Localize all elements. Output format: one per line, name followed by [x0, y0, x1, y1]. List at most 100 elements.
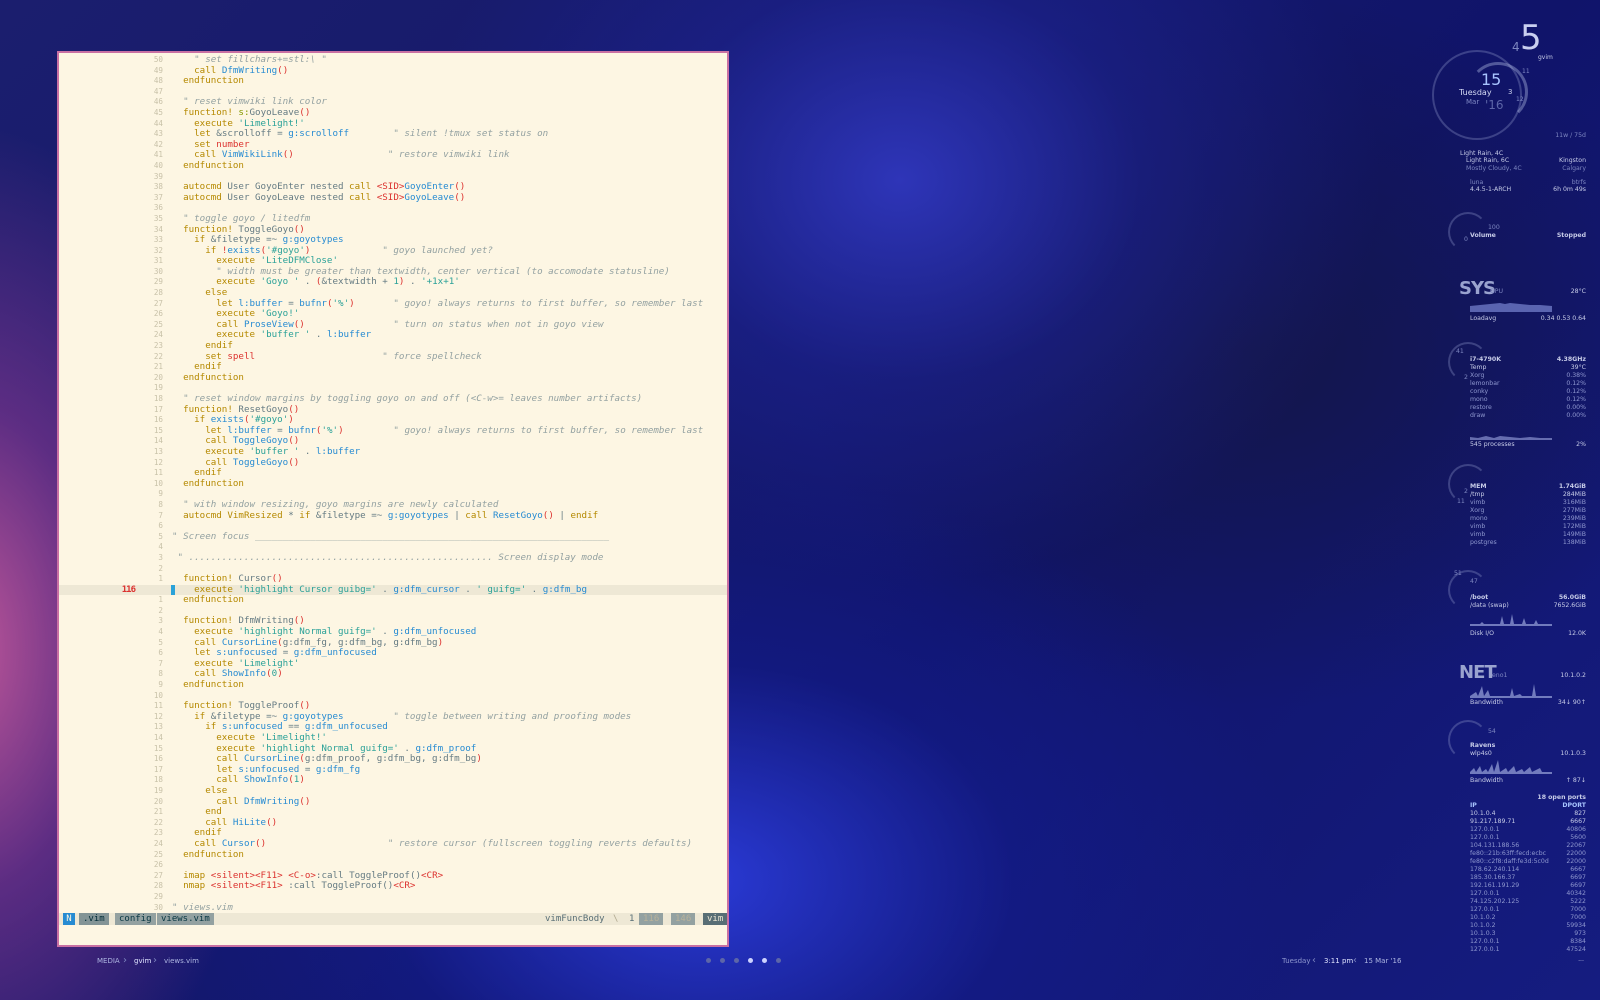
host-row: luna btrfs — [1470, 179, 1586, 186]
vim-window[interactable]: 50 " set fillchars+=stl:\ " 49 call DfmWr… — [57, 51, 729, 947]
code-line[interactable]: 29 execute 'Goyo ' . (&textwidth + 1) . … — [59, 277, 727, 288]
code-line[interactable]: 18 call ShowInfo(1) — [59, 775, 727, 786]
current-line[interactable]: 116 execute 'highlight Cursor guibg=' . … — [59, 584, 727, 596]
port-row-key: 104.131.188.56 — [1470, 842, 1520, 849]
code-line[interactable]: 5 " Screen focus ________________________… — [59, 531, 727, 543]
workspace-dot[interactable] — [748, 958, 753, 963]
code-line[interactable]: 36 — [59, 203, 727, 214]
code-line[interactable]: 21 end — [59, 806, 727, 818]
code-line[interactable]: 1 endfunction — [59, 594, 727, 606]
line-number: 7 — [158, 510, 163, 520]
code-line[interactable]: 17 function! ResetGoyo() — [59, 404, 727, 416]
workspace-dot[interactable] — [706, 958, 711, 963]
code-line[interactable]: 10 — [59, 691, 727, 702]
cpu-row-key: restore — [1470, 404, 1492, 411]
cpu-row-value: 39°C — [1570, 364, 1586, 371]
path-segment-1: .vim — [79, 913, 109, 925]
code-line[interactable]: 5 call CursorLine(g:dfm_fg, g:dfm_bg, g:… — [59, 637, 727, 649]
cpu-row-key: conky — [1470, 388, 1489, 395]
code-line[interactable]: 9 endfunction — [59, 679, 727, 691]
breadcrumb-media[interactable]: MEDIA — [97, 957, 120, 965]
line-number: 11 — [153, 701, 163, 711]
line-text: endfunction — [183, 371, 244, 383]
line-number: 24 — [153, 330, 163, 340]
code-line[interactable]: 22 call HiLite() — [59, 817, 727, 829]
code-line[interactable]: 6 let s:unfocused = g:dfm_unfocused — [59, 647, 727, 659]
code-line[interactable]: 18 " reset window margins by toggling go… — [59, 393, 727, 405]
code-line[interactable]: 34 function! ToggleGoyo() — [59, 224, 727, 236]
code-line[interactable]: 22 set spell " force spellcheck — [59, 351, 727, 363]
code-line[interactable]: 46 " reset vimwiki link color — [59, 97, 727, 108]
code-line[interactable]: 21 endif — [59, 361, 727, 373]
code-line[interactable]: 17 let s:unfocused = g:dfm_fg — [59, 764, 727, 776]
disk-io-row: Disk I/O 12.0K — [1470, 630, 1586, 637]
code-line[interactable]: 12 if &filetype =~ g:goyotypes " toggle … — [59, 711, 727, 723]
code-line[interactable]: 2 — [59, 606, 727, 617]
code-line[interactable]: 24 call Cursor() " restore cursor (fulls… — [59, 838, 727, 850]
code-line[interactable]: 10 endfunction — [59, 478, 727, 490]
code-line[interactable]: 32 if !exists('#goyo') " goyo launched y… — [59, 245, 727, 257]
code-line[interactable]: 35 " toggle goyo / litedfm — [59, 213, 727, 225]
code-line[interactable]: 24 execute 'buffer ' . l:buffer — [59, 330, 727, 341]
port-row-value: 6697 — [1570, 874, 1586, 881]
code-line[interactable]: 8 call ShowInfo(0) — [59, 669, 727, 680]
code-line[interactable]: 19 else — [59, 785, 727, 797]
port-row-key: 178.62.240.114 — [1470, 866, 1520, 873]
code-line[interactable]: 48 endfunction — [59, 75, 727, 87]
code-line[interactable]: 16 call CursorLine(g:dfm_proof, g:dfm_bg… — [59, 753, 727, 765]
cpu-row: Xorg 0.38% — [1470, 372, 1586, 379]
workspace-dot[interactable] — [762, 958, 767, 963]
code-line[interactable]: 37 autocmd User GoyoLeave nested call <S… — [59, 192, 727, 204]
code-line[interactable]: 20 endfunction — [59, 371, 727, 384]
code-line[interactable]: 13 if s:unfocused == g:dfm_unfocused — [59, 722, 727, 733]
line-number: 41 — [153, 150, 163, 160]
line-number: 39 — [153, 171, 163, 181]
code-line[interactable]: 20 call DfmWriting() — [59, 796, 727, 808]
mem-row-value: 239MiB — [1562, 515, 1586, 522]
wifi-ssid: Ravens — [1470, 742, 1496, 749]
line-number: 33 — [153, 235, 163, 245]
code-line[interactable]: 25 endfunction — [59, 849, 727, 861]
code-line[interactable]: 12 call ToggleGoyo() — [59, 457, 727, 469]
breadcrumb-file[interactable]: views.vim — [164, 957, 199, 965]
workspace-dot[interactable] — [720, 958, 725, 963]
code-line[interactable]: 30 " views.vim — [59, 902, 727, 914]
code-line[interactable]: 29 — [59, 892, 727, 903]
port-row: 127.0.0.1 47524 — [1470, 946, 1586, 953]
cpu-row: lemonbar 0.12% — [1470, 380, 1586, 387]
port-row-value: 5222 — [1570, 898, 1586, 905]
code-line[interactable]: 2 — [59, 564, 727, 575]
code-line[interactable]: 14 call ToggleGoyo() — [59, 436, 727, 447]
breadcrumb-app[interactable]: gvim — [134, 957, 151, 965]
code-line[interactable]: 11 endif — [59, 467, 727, 479]
code-line[interactable]: 41 call VimWikiLink() " restore vimwiki … — [59, 150, 727, 161]
workspace-dot[interactable] — [734, 958, 739, 963]
line-number: 2 — [158, 563, 163, 573]
code-line[interactable]: 28 nmap <silent><F11> :call ToggleProof(… — [59, 881, 727, 892]
code-line[interactable]: 3 " ....................................… — [59, 552, 727, 564]
code-line[interactable]: 47 — [59, 87, 727, 98]
volume-label: Volume — [1470, 232, 1496, 239]
code-line[interactable]: 15 let l:buffer = bufnr('%') " goyo! alw… — [59, 425, 727, 437]
cpu-row-value: 4.38GHz — [1556, 356, 1586, 363]
workspace-dot[interactable] — [776, 958, 781, 963]
code-line[interactable]: 45 function! s:GoyoLeave() — [59, 107, 727, 119]
process-graph — [1470, 436, 1552, 440]
code-line[interactable]: 27 let l:buffer = bufnr('%') " goyo! alw… — [59, 298, 727, 310]
port-row: 104.131.188.56 22067 — [1470, 842, 1586, 849]
cpu-row-key: lemonbar — [1470, 380, 1500, 387]
code-line[interactable]: 13 execute 'buffer ' . l:buffer — [59, 446, 727, 458]
code-line[interactable]: 7 execute 'Limelight' — [59, 658, 727, 670]
line-number: 5 — [158, 637, 163, 647]
cpu-row-value: 0.12% — [1566, 388, 1586, 395]
status-separator: \ — [613, 914, 619, 924]
line-number: 26 — [153, 860, 163, 870]
code-line[interactable]: 40 endfunction — [59, 160, 727, 172]
line-text: nmap <silent><F11> :call ToggleProof()<C… — [183, 880, 416, 892]
code-line[interactable]: 50 " set fillchars+=stl:\ " — [59, 54, 727, 66]
code-area[interactable]: 50 " set fillchars+=stl:\ " 49 call DfmWr… — [59, 54, 727, 914]
code-line[interactable]: 49 call DfmWriting() — [59, 65, 727, 77]
code-line[interactable]: 43 let &scrolloff = g:scrolloff " silent… — [59, 128, 727, 140]
code-line[interactable]: 7 autocmd VimResized * if &filetype =~ g… — [59, 510, 727, 522]
code-line[interactable]: 25 call ProseView() " turn on status whe… — [59, 319, 727, 331]
